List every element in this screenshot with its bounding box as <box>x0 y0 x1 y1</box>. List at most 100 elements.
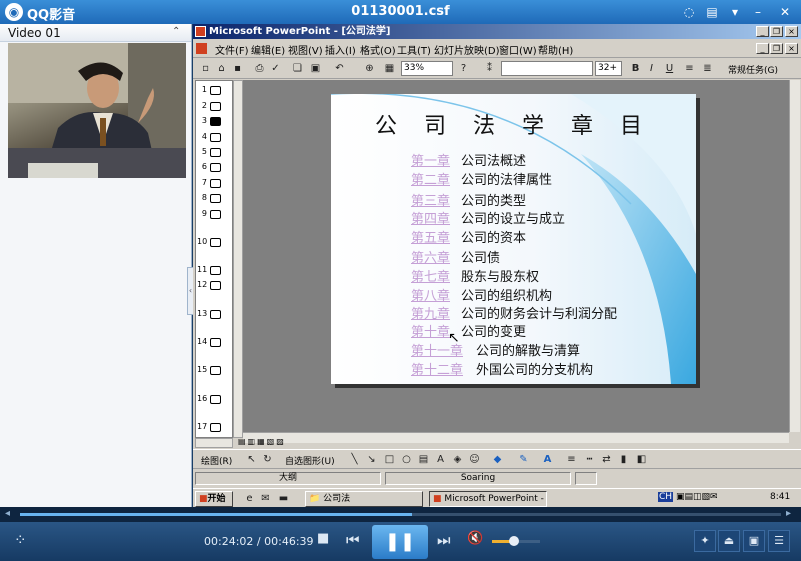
outline-slide-icon[interactable] <box>210 366 221 375</box>
hyperlink-icon[interactable]: ⊕ <box>363 62 376 75</box>
line-style-icon[interactable]: ≡ <box>565 453 578 466</box>
font-color-icon[interactable]: A <box>541 453 554 466</box>
chapter-number[interactable]: 第八章 <box>411 285 450 304</box>
outline-slide-icon[interactable] <box>210 102 221 111</box>
close-icon[interactable]: ✕ <box>776 4 794 20</box>
task-pane-button[interactable]: 常规任务(G) <box>728 63 778 76</box>
volume-knob[interactable] <box>508 536 519 546</box>
pause-button[interactable]: ❚❚ <box>372 525 428 559</box>
outline-slide-icon[interactable] <box>210 179 221 188</box>
menu-window[interactable]: 窗口(W) <box>499 42 537 57</box>
outline-slide-icon[interactable] <box>210 194 221 203</box>
undo-icon[interactable]: ↶ <box>333 62 346 75</box>
menu-tools[interactable]: 工具(T) <box>397 42 431 57</box>
outline-hscrollbar[interactable] <box>195 438 233 448</box>
tray-icons[interactable]: ▣▤◫▧✉ <box>676 492 718 502</box>
outline-slide-icon[interactable] <box>210 281 221 290</box>
help-icon[interactable]: ? <box>457 62 470 75</box>
oval-icon[interactable]: ○ <box>400 453 413 466</box>
doc-icon[interactable] <box>196 43 207 54</box>
mute-icon[interactable]: 🔇 <box>467 531 483 546</box>
canvas-vertical-scrollbar[interactable] <box>789 80 800 432</box>
menu-view[interactable]: 视图(V) <box>288 42 323 57</box>
chat-icon[interactable]: ◌ <box>680 4 698 20</box>
outline-slide-icon[interactable] <box>210 338 221 347</box>
taskbar-folder[interactable]: 📁 公司法 <box>305 491 423 507</box>
ppt-restore-icon[interactable]: ❐ <box>770 26 783 37</box>
seek-prev-icon[interactable]: ◂ <box>5 508 10 519</box>
eject-icon[interactable]: ⏏ <box>718 530 740 552</box>
outline-slide-icon[interactable] <box>210 117 221 126</box>
collapse-up-icon[interactable]: ⌃ <box>172 26 180 37</box>
chapter-number[interactable]: 第十二章 <box>411 359 463 378</box>
outline-slide-icon[interactable] <box>210 148 221 157</box>
line-color-icon[interactable]: ✎ <box>517 453 530 466</box>
screen-icon[interactable]: ▣ <box>743 530 765 552</box>
rotate-icon[interactable]: ↻ <box>261 453 274 466</box>
chapter-number[interactable]: 第五章 <box>411 227 450 246</box>
doc-restore-icon[interactable]: ❐ <box>770 43 783 54</box>
paste-icon[interactable]: ▣ <box>309 62 322 75</box>
seek-bar[interactable] <box>20 513 781 516</box>
menu-help[interactable]: 帮助(H) <box>538 42 573 57</box>
chapter-number[interactable]: 第七章 <box>411 266 450 285</box>
menu-file[interactable]: 文件(F) <box>215 42 249 57</box>
next-icon[interactable]: ⏭ <box>437 531 451 549</box>
desktop-icon[interactable]: ▬ <box>277 492 290 505</box>
select-arrow-icon[interactable]: ↖ <box>245 453 258 466</box>
arrow-icon[interactable]: ↘ <box>365 453 378 466</box>
menu-icon[interactable]: ▾ <box>726 4 744 20</box>
align-left-icon[interactable]: ≡ <box>683 62 696 75</box>
chapter-number[interactable]: 第十章 <box>411 321 450 340</box>
outline-scrollbar[interactable] <box>233 80 243 438</box>
canvas-horizontal-scrollbar[interactable] <box>243 432 789 443</box>
align-center-icon[interactable]: ≣ <box>701 62 714 75</box>
chapter-number[interactable]: 第九章 <box>411 303 450 322</box>
tools-icon[interactable]: ✦ <box>694 530 716 552</box>
shadow-icon[interactable]: ▮ <box>617 453 630 466</box>
grayscale-icon[interactable]: ⁑ <box>483 62 496 75</box>
outline-slide-icon[interactable] <box>210 423 221 432</box>
rectangle-icon[interactable]: □ <box>383 453 396 466</box>
outline-slide-icon[interactable] <box>210 310 221 319</box>
fill-color-icon[interactable]: ◆ <box>491 453 504 466</box>
menu-format[interactable]: 格式(O) <box>360 42 396 57</box>
outline-slide-icon[interactable] <box>210 395 221 404</box>
textbox-icon[interactable]: ▤ <box>417 453 430 466</box>
chapter-number[interactable]: 第三章 <box>411 190 450 209</box>
outline-slide-icon[interactable] <box>210 210 221 219</box>
previous-icon[interactable]: ⏮ <box>346 531 360 549</box>
save-icon[interactable]: ▪ <box>231 62 244 75</box>
chapter-number[interactable]: 第四章 <box>411 208 450 227</box>
minimize-icon[interactable]: – <box>749 4 767 20</box>
underline-icon[interactable]: U <box>663 62 676 75</box>
footprint-icon[interactable]: ⁘ <box>14 531 27 549</box>
arrow-style-icon[interactable]: ⇄ <box>600 453 613 466</box>
autoshape-menu[interactable]: 自选图形(U) <box>285 454 335 467</box>
outline-slide-icon[interactable] <box>210 266 221 275</box>
chapter-number[interactable]: 第六章 <box>411 247 450 266</box>
new-icon[interactable]: ▫ <box>199 62 212 75</box>
doc-minimize-icon[interactable]: _ <box>756 43 769 54</box>
font-size-select[interactable]: 32+ <box>595 61 622 76</box>
font-name-select[interactable] <box>501 61 593 76</box>
volume-slider[interactable] <box>492 536 540 546</box>
draw-menu[interactable]: 绘图(R) <box>201 454 232 467</box>
taskbar-powerpoint[interactable]: ■ Microsoft PowerPoint - [... <box>429 491 547 507</box>
view-buttons[interactable]: ▤▥▦▧▨ <box>238 437 286 446</box>
chapter-number[interactable]: 第一章 <box>411 150 450 169</box>
ppt-minimize-icon[interactable]: _ <box>756 26 769 37</box>
stop-icon[interactable]: ■ <box>317 531 329 546</box>
diagram-icon[interactable]: ◈ <box>451 453 464 466</box>
ppt-close-icon[interactable]: × <box>785 26 798 37</box>
doc-close-icon[interactable]: × <box>785 43 798 54</box>
menu-slideshow[interactable]: 幻灯片放映(D) <box>434 42 500 57</box>
italic-icon[interactable]: I <box>645 62 658 75</box>
outline-slide-icon[interactable] <box>210 238 221 247</box>
clipart-icon[interactable]: ☺ <box>468 453 481 466</box>
3d-icon[interactable]: ◧ <box>635 453 648 466</box>
zoom-select[interactable]: 33% <box>401 61 453 76</box>
open-icon[interactable]: ⌂ <box>215 62 228 75</box>
playlist-icon[interactable]: ☰ <box>768 530 790 552</box>
lang-indicator[interactable]: CH <box>658 492 674 502</box>
